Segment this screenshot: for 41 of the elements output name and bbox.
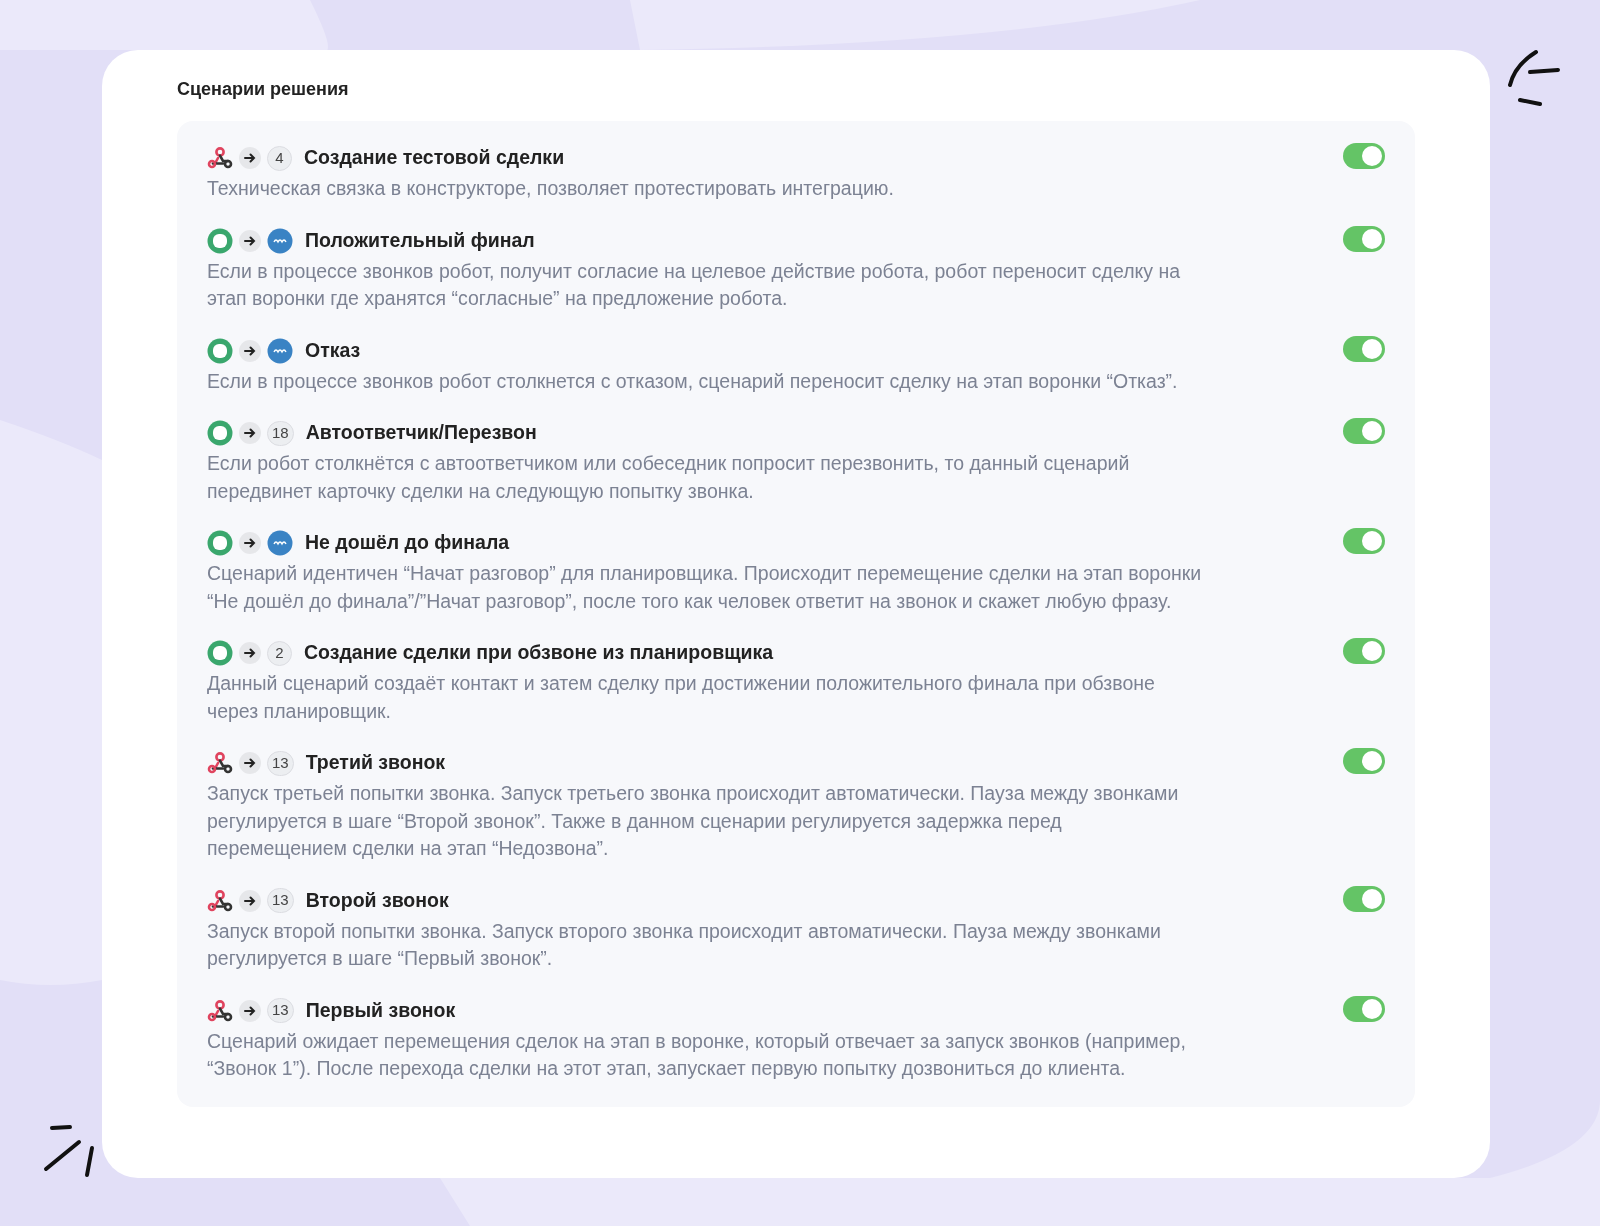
- scenario-description: Сценарий ожидает перемещения сделок на этап в воронке, который отвечает за запуск звонков (например, “Звонок 1”). После перехода сделки на этот этап, запускает первую попытку дозвониться до клиента.: [207, 1028, 1187, 1081]
- toggle-switch[interactable]: [1343, 748, 1385, 774]
- scenario-description: Данный сценарий создаёт контакт и затем сделку при достижении положительного финала при обзвоне через планировщик.: [207, 671, 1156, 724]
- webhook-icon: [207, 146, 233, 170]
- toggle-switch[interactable]: [1343, 528, 1385, 554]
- scenario-description: Запуск третьей попытки звонка. Запуск третьего звонка происходит автоматически. Пауза между звонками регулируется в шаге “Второй звонок”. Также в данном сценарии регулируется задержка перед перемещением сделки на этап “Недозвона”.: [207, 781, 1180, 861]
- scenario-description: Если робот столкнётся с автоответчиком или собеседник попросит перезвонить, то данный сценарий передвинет карточку сделки на следующую попытку звонка.: [207, 451, 1131, 504]
- scenario-title: Первый звонок: [305, 997, 456, 1023]
- scenario-title: Положительный финал: [305, 227, 535, 253]
- scenario-title: Второй звонок: [305, 887, 449, 913]
- crm-logo-icon: [267, 337, 293, 364]
- step-number: 13: [267, 750, 294, 776]
- scenario-description: Техническая связка в конструкторе, позволяет протестировать интеграцию.: [207, 176, 894, 201]
- scenario-description: Если в процессе звонков робот, получит согласие на целевое действие робота, робот переносит сделку на этап воронки где хранятся “согласные” на предложение робота.: [207, 258, 1182, 311]
- step-number: 2: [267, 640, 292, 666]
- scenario-description: Если в процессе звонков робот столкнется с отказом, сценарий переносит сделку на этап воронки “Отказ”.: [207, 368, 1178, 394]
- toggle-switch[interactable]: [1343, 143, 1385, 169]
- toggle-switch[interactable]: [1343, 418, 1385, 444]
- step-number: 18: [267, 420, 294, 446]
- section-title: Сценарии решения: [177, 78, 350, 101]
- step-number: 4: [267, 145, 292, 171]
- scenario-title: Создание тестовой сделки: [304, 145, 565, 171]
- step-number: 13: [267, 888, 294, 913]
- toggle-switch[interactable]: [1343, 225, 1385, 252]
- scenario-title: Автоответчик/Перезвон: [305, 420, 537, 446]
- crm-logo-icon: [267, 530, 293, 556]
- toggle-switch[interactable]: [1343, 335, 1385, 362]
- crm-logo-icon: [267, 227, 293, 254]
- scenario-title: Создание сделки при обзвоне из планировщика: [304, 640, 774, 666]
- scenario-title: Отказ: [305, 337, 361, 363]
- toggle-switch[interactable]: [1343, 638, 1385, 664]
- webhook-icon: [207, 998, 233, 1023]
- step-number: 13: [267, 998, 294, 1023]
- webhook-icon: [207, 751, 233, 775]
- scenario-title: Не дошёл до финала: [305, 530, 510, 556]
- webhook-icon: [207, 888, 233, 913]
- scenario-title: Третий звонок: [305, 750, 446, 776]
- scenario-description: Сценарий идентичен “Начат разговор” для планировщика. Происходит перемещение сделки на этап воронки “Не дошёл до финала”/”Начат разговор”, после того как человек ответит на звонок и скажет любую фразу.: [207, 561, 1203, 614]
- scenario-description: Запуск второй попытки звонка. Запуск второго звонка происходит автоматически. Пауза между звонками регулируется в шаге “Первый звонок”.: [207, 918, 1162, 971]
- toggle-switch[interactable]: [1343, 885, 1385, 912]
- toggle-switch[interactable]: [1343, 995, 1385, 1022]
